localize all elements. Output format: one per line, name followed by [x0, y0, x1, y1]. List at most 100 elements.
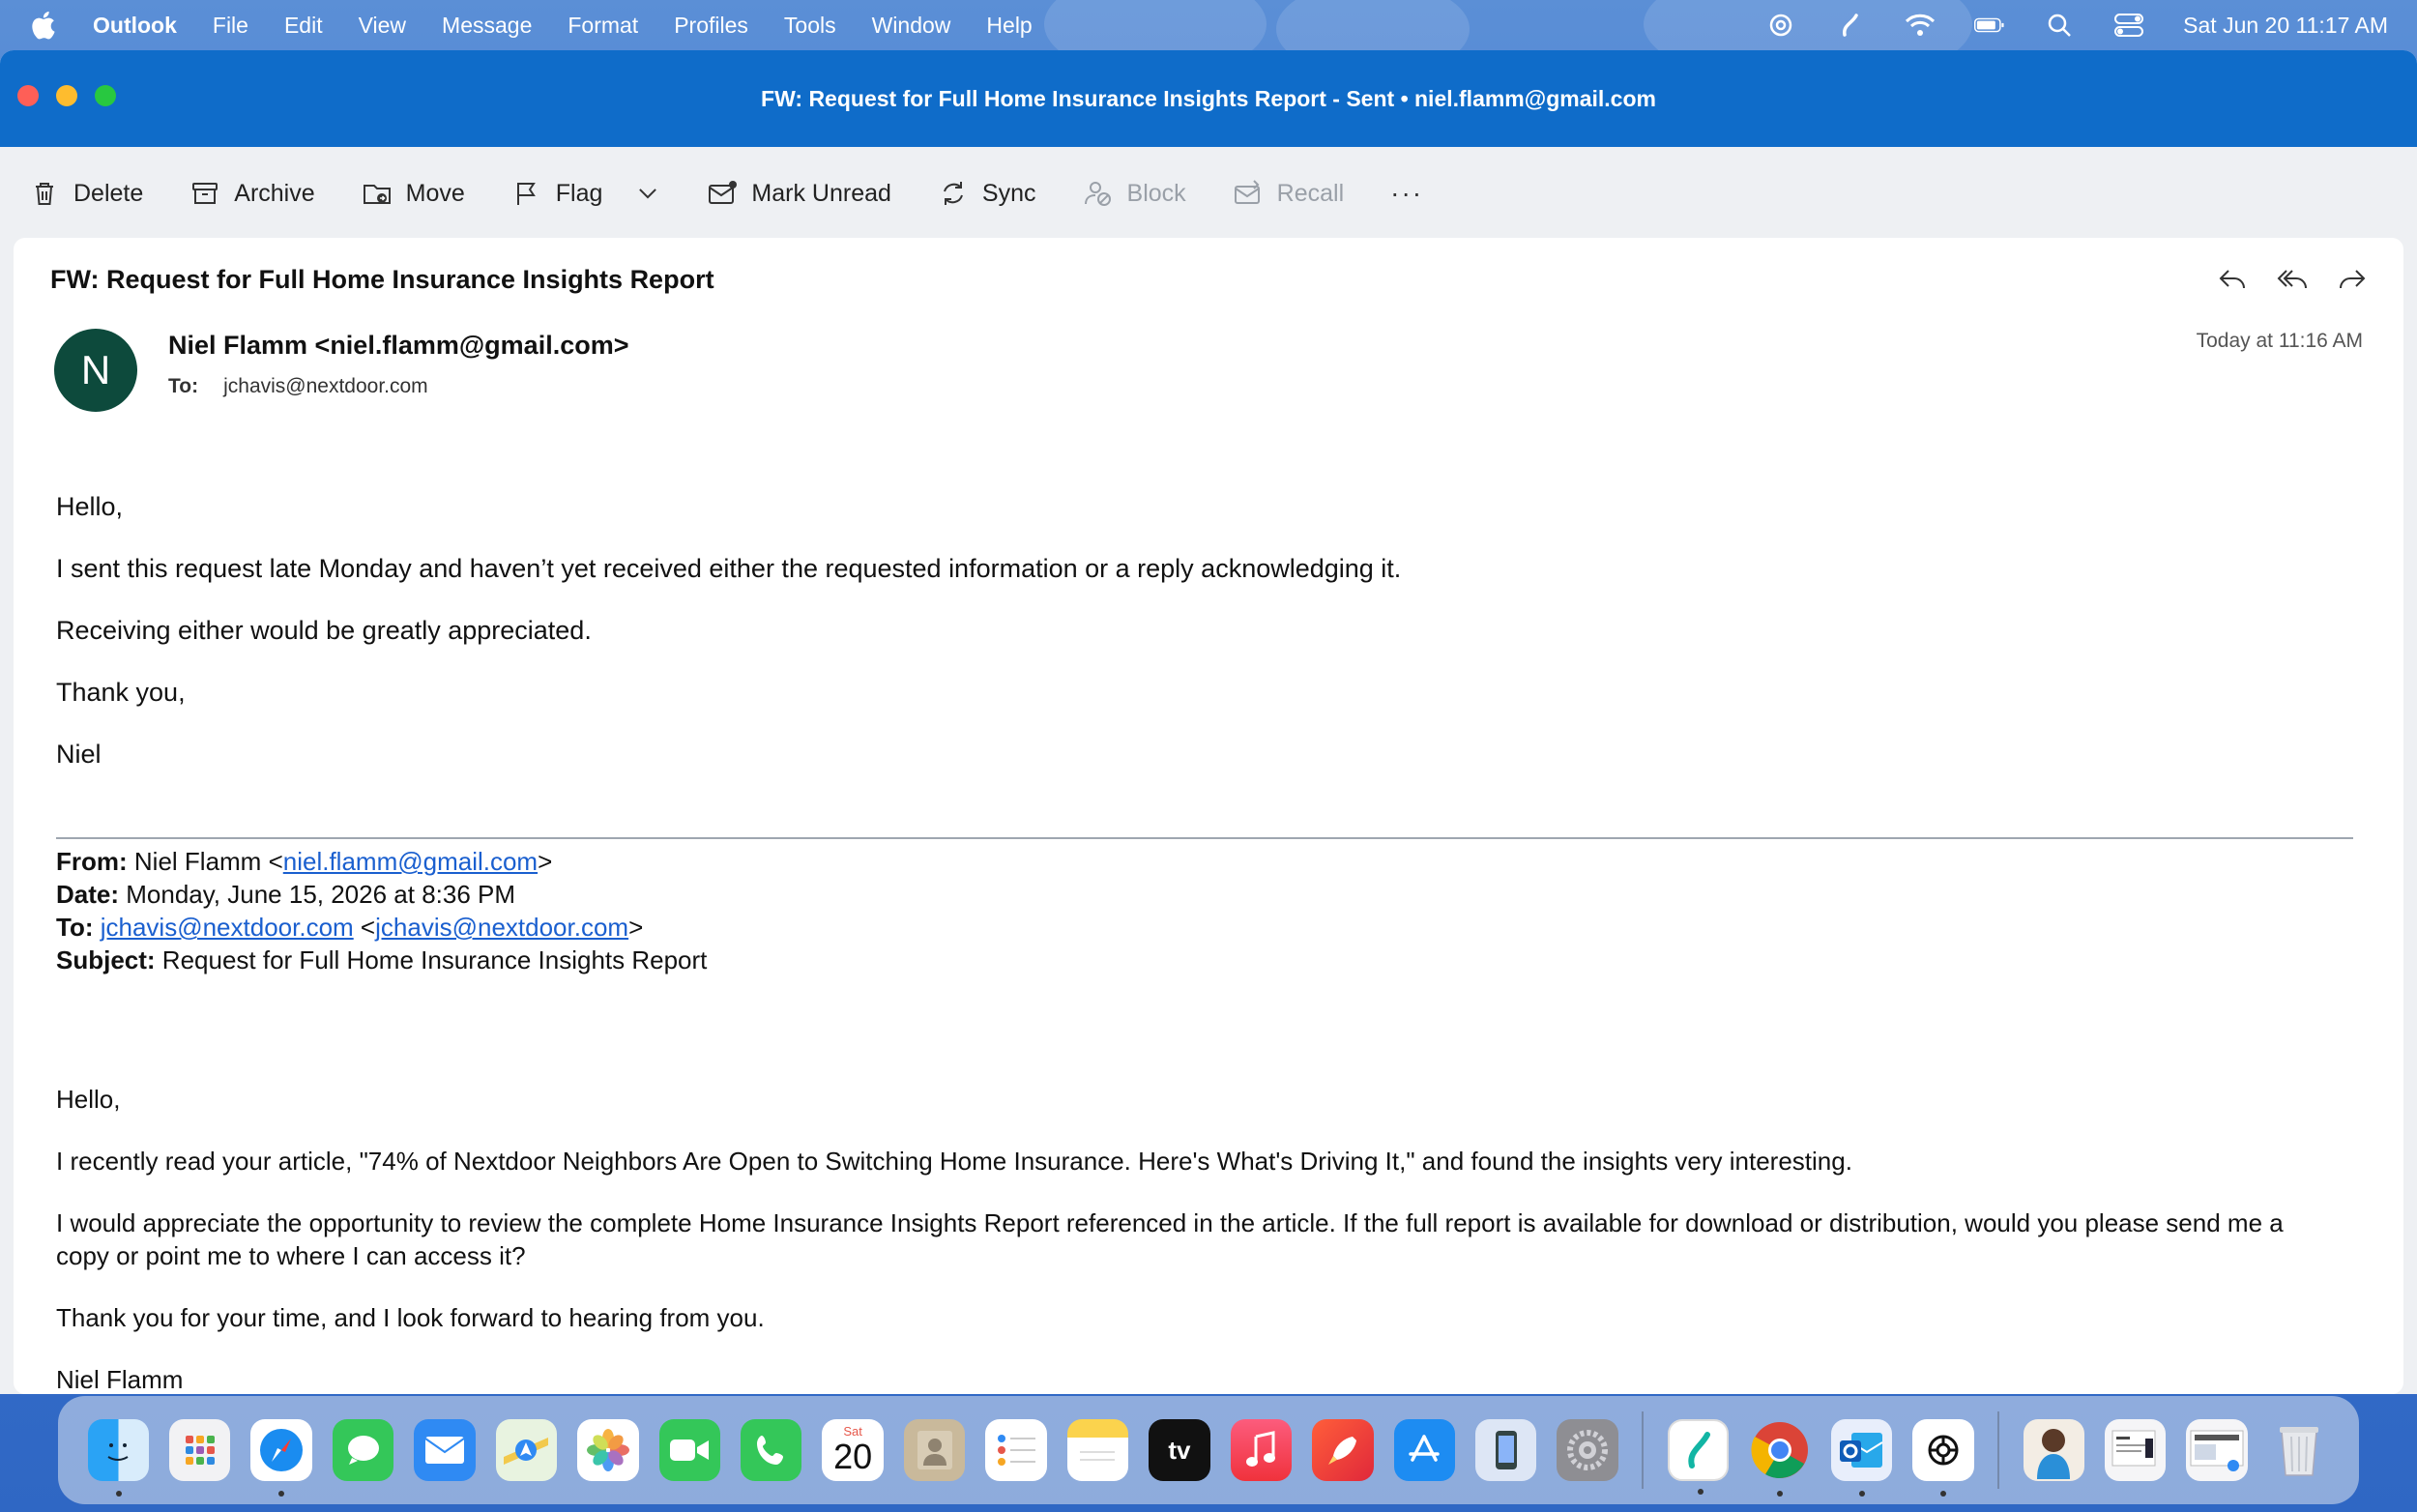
mail-icon[interactable] [414, 1419, 476, 1481]
battery-icon[interactable] [1974, 12, 2005, 39]
message-body: Hello, I sent this request late Monday a… [56, 493, 1401, 802]
recent-photo-thumbnail[interactable] [2023, 1419, 2085, 1481]
reply-all-icon[interactable] [2276, 263, 2309, 296]
menu-file[interactable]: File [213, 13, 248, 39]
maps-icon[interactable] [495, 1419, 558, 1481]
window-title: FW: Request for Full Home Insurance Insi… [761, 85, 1656, 111]
sender-avatar: N [54, 329, 137, 412]
menu-app-outlook[interactable]: Outlook [93, 13, 177, 39]
launchpad-icon[interactable] [168, 1419, 231, 1481]
spotlight-search-icon[interactable] [2044, 12, 2075, 39]
sender-name[interactable]: Niel Flamm <niel.flamm@gmail.com> [168, 331, 628, 361]
calendar-date-label: 20 [833, 1437, 873, 1476]
flag-button[interactable]: Flag [511, 178, 661, 209]
control-center-icon[interactable] [2113, 12, 2144, 39]
mark-unread-button[interactable]: Mark Unread [707, 178, 891, 209]
message-toolbar: Delete Archive Move Flag Mark Unread Syn… [0, 147, 2417, 240]
chatgpt-status-icon[interactable] [1765, 12, 1796, 39]
dock-separator [1997, 1411, 2000, 1489]
music-icon[interactable] [1230, 1419, 1293, 1481]
forwarded-header: From: Niel Flamm <niel.flamm@gmail.com> … [56, 845, 707, 976]
recall-button[interactable]: Recall [1233, 178, 1344, 209]
forward-icon[interactable] [2336, 263, 2369, 296]
chevron-down-icon[interactable] [635, 178, 660, 209]
mail-unread-icon [709, 181, 738, 204]
forwarded-paragraph: Hello, [56, 1085, 121, 1114]
reply-icon[interactable] [2216, 263, 2249, 296]
menu-profiles[interactable]: Profiles [674, 13, 748, 39]
menubar-clock[interactable]: Sat Jun 20 11:17 AM [2183, 13, 2388, 39]
screenshot-stack-icon[interactable] [2186, 1419, 2248, 1481]
contacts-icon[interactable] [903, 1419, 966, 1481]
from-email-link[interactable]: niel.flamm@gmail.com [283, 847, 538, 876]
app-store-icon[interactable] [1393, 1419, 1455, 1481]
forwarded-paragraph: Niel Flamm [56, 1365, 184, 1394]
menu-format[interactable]: Format [568, 13, 638, 39]
sync-icon [943, 182, 963, 205]
apple-menu-icon[interactable] [29, 10, 68, 41]
safari-icon[interactable] [250, 1419, 312, 1497]
apple-tv-icon[interactable]: tv [1149, 1419, 1210, 1481]
menu-view[interactable]: View [359, 13, 406, 39]
reading-pane: FW: Request for Full Home Insurance Insi… [14, 238, 2403, 1394]
forwarded-body: Hello, I recently read your article, "74… [56, 1083, 2376, 1425]
forwarded-subject: Subject: Request for Full Home Insurance… [56, 945, 708, 974]
to-email-link-2[interactable]: jchavis@nextdoor.com [375, 913, 628, 942]
body-paragraph: Hello, [56, 492, 124, 521]
to-label: To: [168, 375, 199, 397]
notes-icon[interactable] [1066, 1419, 1129, 1481]
folder-move-icon [363, 185, 391, 204]
chatgpt-icon[interactable] [1912, 1419, 1974, 1497]
menu-window[interactable]: Window [872, 13, 951, 39]
wifi-icon[interactable] [1905, 12, 1936, 39]
title-bar: FW: Request for Full Home Insurance Insi… [0, 50, 2417, 147]
move-button[interactable]: Move [362, 178, 465, 209]
archive-icon [192, 183, 218, 204]
facetime-icon[interactable] [658, 1419, 720, 1481]
system-settings-icon[interactable] [1557, 1419, 1618, 1481]
recipient-address[interactable]: jchavis@nextdoor.com [223, 375, 428, 397]
body-paragraph: Niel [56, 740, 102, 769]
calendar-icon[interactable]: Sat 20 [822, 1419, 884, 1481]
chrome-icon[interactable] [1749, 1419, 1810, 1497]
minimize-window-button[interactable] [56, 85, 77, 106]
simulator-icon[interactable] [1474, 1419, 1537, 1481]
dock: Sat 20 tv [58, 1396, 2359, 1504]
block-button[interactable]: Block [1083, 178, 1186, 209]
body-paragraph: Thank you, [56, 678, 186, 707]
forwarded-paragraph: Thank you for your time, and I look forw… [56, 1303, 765, 1332]
message-timestamp: Today at 11:16 AM [2196, 330, 2363, 352]
menu-edit[interactable]: Edit [284, 13, 323, 39]
menu-help[interactable]: Help [986, 13, 1032, 39]
flag-icon [516, 183, 536, 205]
phone-icon[interactable] [741, 1419, 802, 1481]
to-email-link[interactable]: jchavis@nextdoor.com [101, 913, 354, 942]
delete-button[interactable]: Delete [29, 178, 143, 209]
message-actions [2216, 263, 2369, 296]
trash-icon [36, 183, 53, 205]
tv-label: tv [1168, 1435, 1191, 1465]
surfshark-status-icon[interactable] [1835, 12, 1866, 39]
body-paragraph: I sent this request late Monday and have… [56, 554, 1402, 583]
finder-icon[interactable] [87, 1419, 149, 1497]
recipient-line: To: jchavis@nextdoor.com [168, 375, 428, 398]
outlook-icon[interactable] [1830, 1419, 1893, 1497]
trash-icon[interactable] [2268, 1419, 2329, 1481]
body-paragraph: Receiving either would be greatly apprec… [56, 616, 592, 645]
menu-tools[interactable]: Tools [784, 13, 836, 39]
forwarded-date: Date: Monday, June 15, 2026 at 8:36 PM [56, 880, 516, 909]
close-window-button[interactable] [17, 85, 39, 106]
surfshark-icon[interactable] [1667, 1419, 1730, 1495]
reminders-icon[interactable] [985, 1419, 1047, 1481]
rocket-app-icon[interactable] [1312, 1419, 1374, 1481]
forwarded-to: To: jchavis@nextdoor.com <jchavis@nextdo… [56, 913, 644, 942]
downloads-stack-icon[interactable] [2105, 1419, 2167, 1481]
photos-icon[interactable] [577, 1419, 639, 1481]
sync-button[interactable]: Sync [938, 178, 1036, 209]
messages-icon[interactable] [332, 1419, 394, 1481]
menu-message[interactable]: Message [442, 13, 532, 39]
more-actions-button[interactable]: ··· [1390, 178, 1423, 209]
zoom-window-button[interactable] [95, 85, 116, 106]
archive-button[interactable]: Archive [189, 178, 315, 209]
dock-separator [1642, 1411, 1645, 1489]
